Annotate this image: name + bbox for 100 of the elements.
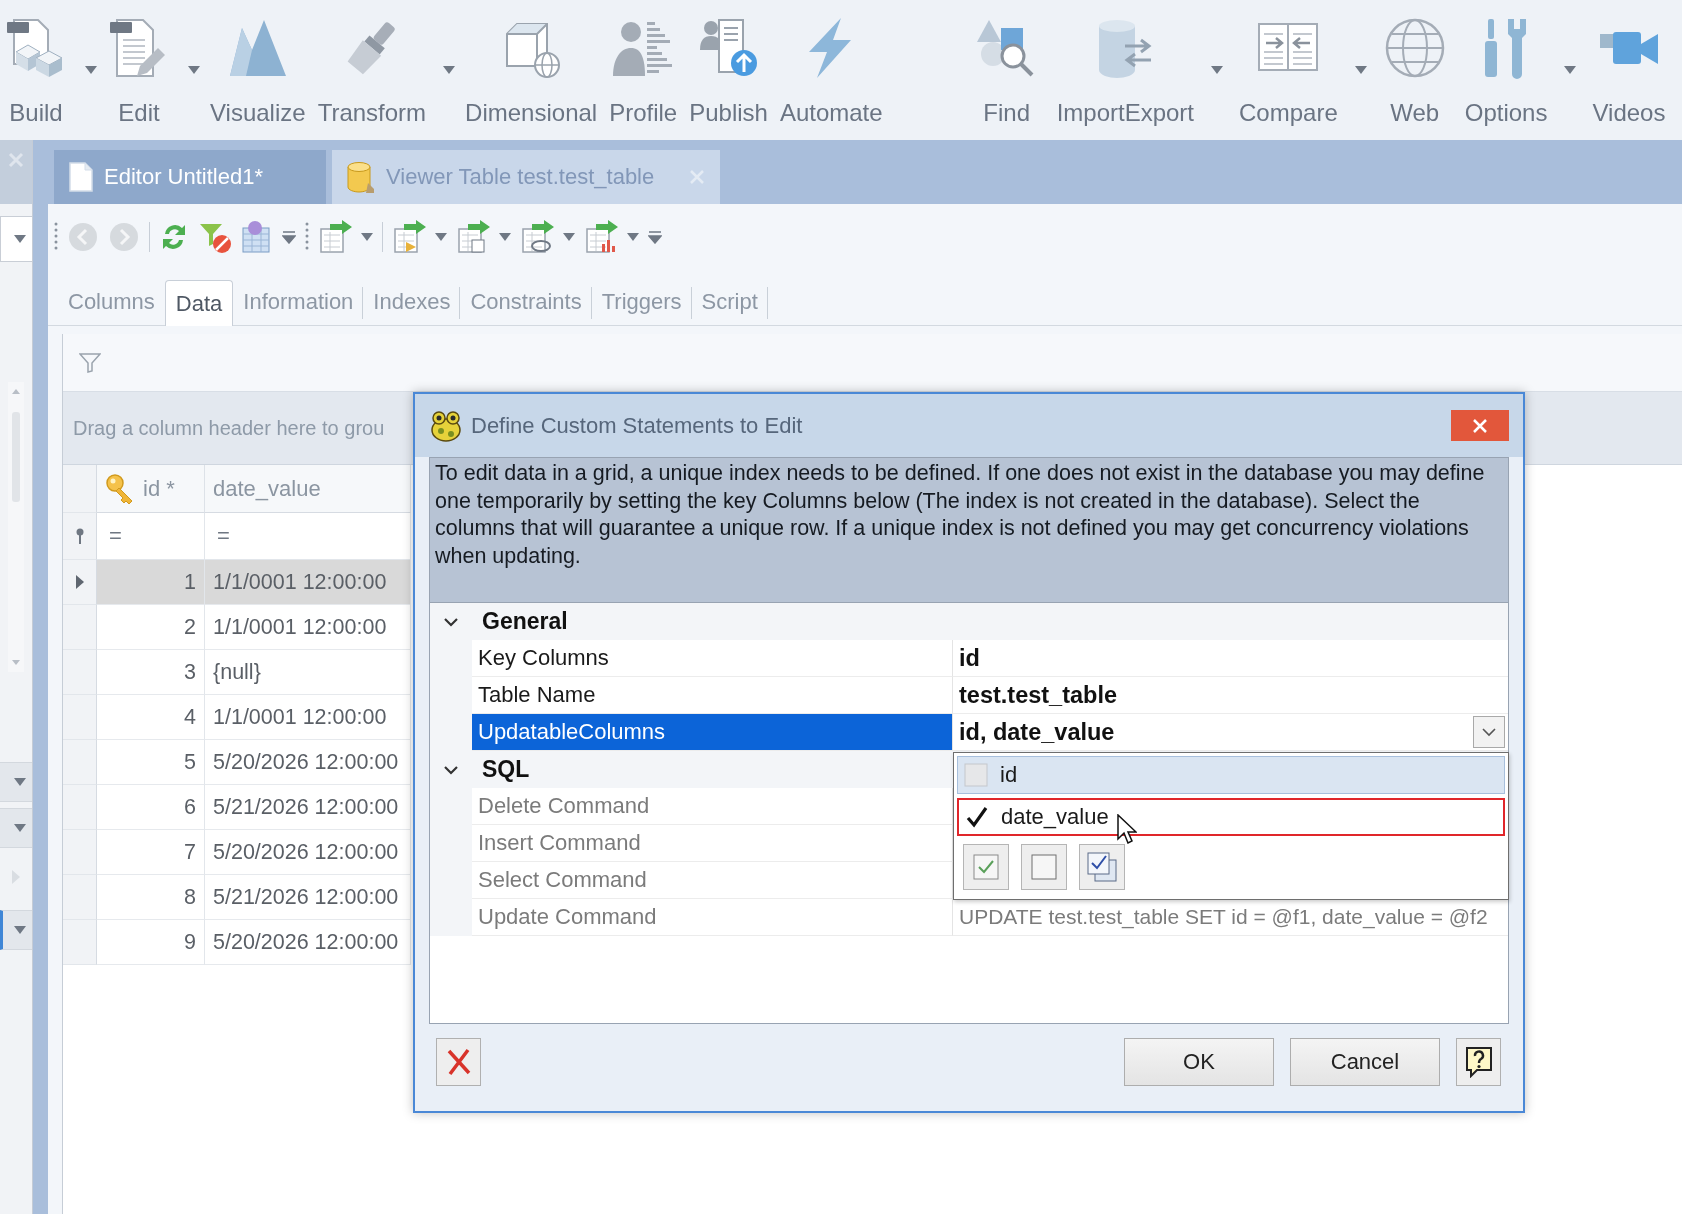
caret-icon[interactable] <box>188 66 200 74</box>
table-icon[interactable] <box>241 220 273 254</box>
ribbon-button[interactable]: Dimensional <box>461 0 602 126</box>
property-value: test.test_table <box>959 681 1118 709</box>
row-indicator-cell <box>63 920 97 965</box>
ribbon-button[interactable]: Options <box>1460 0 1552 126</box>
tab[interactable]: Data <box>164 280 234 326</box>
clear-all-button[interactable] <box>1021 844 1067 890</box>
caret-icon[interactable] <box>627 233 639 241</box>
caret-icon[interactable] <box>14 824 26 832</box>
pointer-cursor-icon <box>1116 814 1137 844</box>
dialog-title: Define Custom Statements to Edit <box>471 412 804 439</box>
caret-icon[interactable] <box>443 66 456 74</box>
table-cell: {null} <box>205 650 411 695</box>
stacked-checkbox-icon <box>1087 852 1117 882</box>
sheet-arrow-icon[interactable] <box>584 220 618 254</box>
caret-icon[interactable] <box>14 778 26 786</box>
dialog-button[interactable]: Cancel <box>1290 1038 1440 1086</box>
caret-icon[interactable] <box>361 233 373 241</box>
property-name[interactable]: UpdatableColumns <box>472 714 952 751</box>
tab[interactable]: Information <box>233 279 364 325</box>
ribbon-button[interactable]: Compare <box>1235 0 1342 126</box>
document-icon <box>68 162 94 192</box>
ribbon-button[interactable]: ImportExport <box>1052 0 1199 126</box>
checked-box-icon <box>973 854 999 880</box>
sheet-arrow-icon[interactable] <box>520 220 554 254</box>
row-indicator-cell <box>63 785 97 830</box>
filter-icon[interactable] <box>79 352 101 373</box>
tab[interactable]: Columns <box>58 279 165 325</box>
empty-box-icon <box>1031 854 1057 880</box>
list-item-label: date_value <box>1001 804 1109 830</box>
ribbon-button[interactable]: Profile <box>605 0 682 126</box>
tab[interactable]: Triggers <box>591 279 692 325</box>
frog-icon <box>429 408 463 443</box>
checkbox[interactable] <box>964 763 988 787</box>
invert-selection-button[interactable] <box>1079 844 1125 890</box>
column-header-label: id * <box>143 475 175 502</box>
property-value: UPDATE test.test_table SET id = @f1, date_value = @f2 <box>959 905 1488 929</box>
dropdown-button[interactable] <box>1473 716 1505 748</box>
ribbon-button[interactable]: Visualize <box>206 0 310 126</box>
ribbon-button[interactable]: Web <box>1378 0 1451 126</box>
document-tab[interactable]: Editor Untitled1* <box>54 150 326 204</box>
sheet-arrow-icon[interactable] <box>318 220 352 254</box>
overflow-icon[interactable] <box>282 230 296 244</box>
caret-icon[interactable] <box>14 926 26 934</box>
cross-icon <box>445 1048 472 1076</box>
close-button[interactable] <box>1451 410 1509 441</box>
overflow-icon[interactable] <box>648 230 662 244</box>
table-cell: 5/21/2026 12:00:00 <box>205 875 411 920</box>
delete-button[interactable] <box>436 1038 481 1086</box>
caret-icon[interactable] <box>499 233 511 241</box>
caret-icon[interactable] <box>1564 66 1577 74</box>
sheet-arrow-icon[interactable] <box>456 220 490 254</box>
table-cell: 6 <box>97 785 205 830</box>
ribbon-button[interactable]: Edit <box>103 0 175 126</box>
caret-icon[interactable] <box>563 233 575 241</box>
table-cell: 3 <box>97 650 205 695</box>
caret-icon[interactable] <box>435 233 447 241</box>
ribbon-button[interactable]: Transform <box>313 0 431 126</box>
table-cell: 5 <box>97 740 205 785</box>
ribbon-button[interactable]: Videos <box>1588 0 1670 126</box>
row-indicator-cell <box>63 740 97 785</box>
ribbon-button[interactable]: Automate <box>775 0 887 126</box>
pin-icon <box>74 528 85 544</box>
tab[interactable]: Indexes <box>363 279 461 325</box>
help-button[interactable] <box>1456 1038 1501 1086</box>
row-indicator-cell <box>63 650 97 695</box>
check-all-button[interactable] <box>963 844 1009 890</box>
dropdown-button[interactable] <box>0 762 32 802</box>
checkbox[interactable] <box>965 805 989 829</box>
caret-icon[interactable] <box>14 235 26 243</box>
caret-icon[interactable] <box>85 66 97 74</box>
dialog-button[interactable]: OK <box>1124 1038 1274 1086</box>
table-cell: 2 <box>97 605 205 650</box>
column-header[interactable]: id * <box>97 465 205 513</box>
combo-field[interactable] <box>0 216 32 262</box>
ribbon-button[interactable]: Publish <box>685 0 772 126</box>
close-icon <box>1473 418 1487 433</box>
dropdown-button[interactable] <box>0 808 32 848</box>
tab[interactable]: Script <box>691 279 768 325</box>
list-item[interactable]: id <box>957 756 1505 794</box>
caret-icon[interactable] <box>1354 66 1367 74</box>
help-icon <box>1464 1046 1493 1078</box>
row-indicator-cell <box>63 695 97 740</box>
grip-icon[interactable] <box>305 222 309 252</box>
category-label[interactable]: General <box>472 603 1508 640</box>
tab[interactable]: Constraints <box>460 279 592 325</box>
column-header[interactable]: date_value <box>205 465 411 513</box>
grip-icon[interactable] <box>54 222 58 252</box>
table-cell: 7 <box>97 830 205 875</box>
ribbon-button[interactable]: Find <box>970 0 1043 126</box>
row-indicator-cell <box>63 875 97 920</box>
list-item-label: id <box>1000 762 1018 788</box>
caret-icon[interactable] <box>1211 66 1224 74</box>
property-value: id <box>959 644 980 672</box>
table-cell: 9 <box>97 920 205 965</box>
dropdown-button[interactable] <box>0 910 32 950</box>
ribbon-button[interactable]: Build <box>0 0 72 126</box>
table-cell: 1/1/0001 12:00:00 <box>205 695 411 740</box>
sheet-arrow-icon[interactable] <box>392 220 426 254</box>
